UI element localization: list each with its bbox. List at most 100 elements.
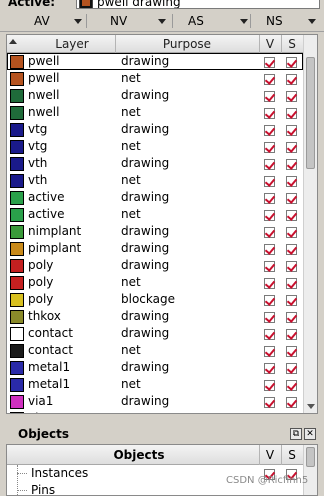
layer-row[interactable]: pwell net <box>7 70 303 87</box>
visible-checkbox[interactable] <box>264 108 275 119</box>
visible-checkbox[interactable] <box>264 312 275 323</box>
selectable-checkbox[interactable] <box>286 142 297 153</box>
layer-row[interactable]: vth net <box>7 172 303 189</box>
selectable-checkbox[interactable] <box>286 278 297 289</box>
layer-swatch-icon[interactable] <box>10 106 24 120</box>
selectable-checkbox[interactable] <box>286 159 297 170</box>
visible-checkbox[interactable] <box>264 346 275 357</box>
layer-row[interactable]: active drawing <box>7 189 303 206</box>
layer-row[interactable]: metal1 net <box>7 376 303 393</box>
selectable-checkbox[interactable] <box>286 108 297 119</box>
undock-icon[interactable]: ⧉ <box>290 428 302 440</box>
selectable-checkbox[interactable] <box>286 261 297 272</box>
layer-row[interactable]: pwell drawing <box>7 53 303 70</box>
selectable-checkbox[interactable] <box>286 295 297 306</box>
visible-checkbox[interactable] <box>264 363 275 374</box>
selectable-checkbox[interactable] <box>286 210 297 221</box>
selectable-checkbox[interactable] <box>286 329 297 340</box>
layer-swatch-icon[interactable] <box>10 344 24 358</box>
visible-checkbox[interactable] <box>264 261 275 272</box>
layer-row[interactable]: active net <box>7 206 303 223</box>
layer-swatch-icon[interactable] <box>10 225 24 239</box>
layer-row[interactable]: nimplant drawing <box>7 223 303 240</box>
scrollbar-thumb[interactable] <box>306 447 315 467</box>
column-header-visible[interactable]: V <box>260 35 280 53</box>
layer-row[interactable]: pimplant drawing <box>7 240 303 257</box>
layer-row[interactable]: poly drawing <box>7 257 303 274</box>
selectable-checkbox[interactable] <box>286 363 297 374</box>
layer-swatch-icon[interactable] <box>10 72 24 86</box>
column-header-visible[interactable]: V <box>260 445 280 465</box>
layer-swatch-icon[interactable] <box>10 327 24 341</box>
layer-row[interactable]: thkox drawing <box>7 308 303 325</box>
visible-checkbox[interactable] <box>264 244 275 255</box>
selectable-checkbox[interactable] <box>286 397 297 408</box>
column-header-objects[interactable]: Objects <box>19 445 259 465</box>
layer-row[interactable]: poly net <box>7 274 303 291</box>
layer-row[interactable]: vth drawing <box>7 155 303 172</box>
layer-swatch-icon[interactable] <box>10 293 24 307</box>
visible-checkbox[interactable] <box>264 278 275 289</box>
scrollbar-thumb[interactable] <box>306 57 315 169</box>
column-header-purpose[interactable]: Purpose <box>117 35 257 53</box>
sort-triangle-icon[interactable] <box>8 37 18 47</box>
layer-row[interactable]: contact net <box>7 342 303 359</box>
layer-swatch-icon[interactable] <box>10 378 24 392</box>
scroll-down-arrow-icon[interactable] <box>307 404 315 409</box>
layer-row[interactable]: vtg drawing <box>7 121 303 138</box>
vertical-scrollbar[interactable] <box>303 35 317 413</box>
selectable-checkbox[interactable] <box>286 57 297 68</box>
layer-row[interactable]: via1 drawing <box>7 393 303 410</box>
column-header-layer[interactable]: Layer <box>19 35 125 53</box>
visible-checkbox[interactable] <box>264 380 275 391</box>
selectable-checkbox[interactable] <box>286 227 297 238</box>
filter-ns-button[interactable]: NS <box>258 10 322 32</box>
visible-checkbox[interactable] <box>264 210 275 221</box>
filter-nv-button[interactable]: NV <box>100 10 166 32</box>
close-icon[interactable]: ✕ <box>304 428 316 440</box>
selectable-checkbox[interactable] <box>286 176 297 187</box>
visible-checkbox[interactable] <box>264 142 275 153</box>
layer-swatch-icon[interactable] <box>10 123 24 137</box>
visible-checkbox[interactable] <box>264 397 275 408</box>
layer-row[interactable]: nwell net <box>7 104 303 121</box>
layer-swatch-icon[interactable] <box>10 208 24 222</box>
layer-row[interactable]: via1 net <box>7 410 303 413</box>
layer-swatch-icon[interactable] <box>10 276 24 290</box>
layer-swatch-icon[interactable] <box>10 412 24 413</box>
visible-checkbox[interactable] <box>264 193 275 204</box>
selectable-checkbox[interactable] <box>286 346 297 357</box>
selectable-checkbox[interactable] <box>286 244 297 255</box>
visible-checkbox[interactable] <box>264 57 275 68</box>
layer-row[interactable]: nwell drawing <box>7 87 303 104</box>
visible-checkbox[interactable] <box>264 91 275 102</box>
filter-as-button[interactable]: AS <box>180 10 256 32</box>
visible-checkbox[interactable] <box>264 295 275 306</box>
visible-checkbox[interactable] <box>264 125 275 136</box>
selectable-checkbox[interactable] <box>286 125 297 136</box>
layer-swatch-icon[interactable] <box>10 242 24 256</box>
layer-swatch-icon[interactable] <box>10 89 24 103</box>
active-layer-combo[interactable]: pwell drawing <box>76 0 320 9</box>
selectable-checkbox[interactable] <box>286 312 297 323</box>
visible-checkbox[interactable] <box>264 159 275 170</box>
selectable-checkbox[interactable] <box>286 193 297 204</box>
layer-row[interactable]: metal1 drawing <box>7 359 303 376</box>
layer-swatch-icon[interactable] <box>10 310 24 324</box>
layer-swatch-icon[interactable] <box>10 191 24 205</box>
layer-swatch-icon[interactable] <box>10 259 24 273</box>
layer-swatch-icon[interactable] <box>10 140 24 154</box>
filter-av-button[interactable]: AV <box>22 10 82 32</box>
layer-swatch-icon[interactable] <box>10 157 24 171</box>
column-header-selectable[interactable]: S <box>282 445 302 465</box>
layer-row[interactable]: vtg net <box>7 138 303 155</box>
layer-swatch-icon[interactable] <box>10 395 24 409</box>
visible-checkbox[interactable] <box>264 329 275 340</box>
selectable-checkbox[interactable] <box>286 74 297 85</box>
layer-swatch-icon[interactable] <box>10 55 24 69</box>
visible-checkbox[interactable] <box>264 74 275 85</box>
visible-checkbox[interactable] <box>264 227 275 238</box>
selectable-checkbox[interactable] <box>286 380 297 391</box>
visible-checkbox[interactable] <box>264 176 275 187</box>
selectable-checkbox[interactable] <box>286 91 297 102</box>
